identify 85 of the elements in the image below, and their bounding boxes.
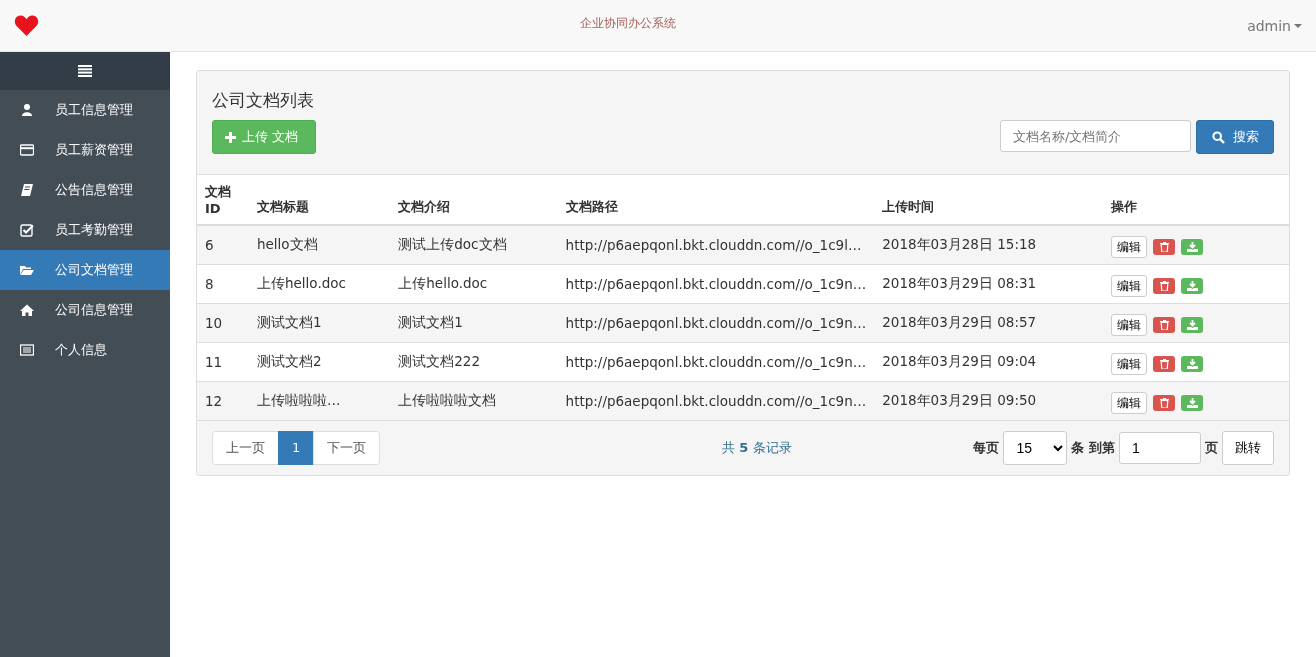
- checkbox-icon: [20, 223, 34, 237]
- table-cell: http://p6aepqonl.bkt.clouddn.com//o_1c9l…: [557, 225, 875, 265]
- download-button[interactable]: [1181, 278, 1203, 294]
- table-cell: 上传hello.doc: [249, 264, 391, 304]
- per-page-label: 每页: [973, 439, 1000, 457]
- table-cell: 2018年03月29日 09:50: [874, 381, 1103, 421]
- plus-icon: [225, 131, 236, 143]
- table-cell: 6: [197, 225, 249, 265]
- download-button[interactable]: [1181, 395, 1203, 411]
- caret-icon: [1294, 23, 1302, 28]
- download-icon: [1186, 281, 1198, 291]
- home-icon: [20, 303, 34, 317]
- trash-icon: [1159, 320, 1169, 330]
- jump-button[interactable]: 跳转: [1222, 431, 1274, 465]
- search-field[interactable]: 文档名称/文档简介: [1000, 120, 1191, 152]
- table-cell: http://p6aepqonl.bkt.clouddn.com//o_1c9n…: [557, 303, 875, 343]
- download-button[interactable]: [1181, 356, 1203, 372]
- app-title: 企业协同办公系统: [580, 15, 676, 32]
- search-icon: [1211, 130, 1225, 144]
- edit-button[interactable]: 编辑: [1111, 353, 1147, 375]
- user-icon: [20, 103, 34, 117]
- trash-icon: [1159, 281, 1169, 291]
- sidebar-item[interactable]: 公司信息管理: [0, 290, 170, 330]
- download-icon: [1186, 242, 1198, 252]
- table-cell: 10: [197, 303, 249, 343]
- page-link[interactable]: 1: [278, 431, 315, 465]
- menu-icon: [78, 65, 92, 77]
- delete-button[interactable]: [1153, 356, 1175, 372]
- table-cell: http://p6aepqonl.bkt.clouddn.com//o_1c9n…: [557, 342, 875, 382]
- book-icon: [20, 183, 34, 197]
- menu-toggle[interactable]: [0, 52, 170, 90]
- edit-button[interactable]: 编辑: [1111, 236, 1147, 258]
- list-icon: [20, 343, 34, 357]
- heart-icon[interactable]: [14, 14, 39, 37]
- download-icon: [1186, 359, 1198, 369]
- table-cell: 测试文档222: [390, 342, 558, 382]
- table-cell: 测试文档1: [249, 303, 391, 343]
- sidebar-item[interactable]: 员工薪资管理: [0, 130, 170, 170]
- sidebar-item[interactable]: 员工信息管理: [0, 90, 170, 130]
- sidebar-item[interactable]: 个人信息: [0, 330, 170, 370]
- download-button[interactable]: [1181, 239, 1203, 255]
- download-icon: [1186, 320, 1198, 330]
- page-link[interactable]: 上一页: [212, 431, 279, 465]
- table-cell: http://p6aepqonl.bkt.clouddn.com//o_1c9n…: [557, 264, 875, 304]
- per-page-select[interactable]: 15: [1003, 431, 1068, 465]
- goto-label: 条 到第: [1071, 439, 1115, 457]
- table-cell: 测试文档2: [249, 342, 391, 382]
- table-cell: 2018年03月28日 15:18: [874, 225, 1103, 265]
- table-cell: http://p6aepqonl.bkt.clouddn.com//o_1c9n…: [557, 381, 875, 421]
- search-button[interactable]: 搜索: [1196, 120, 1274, 154]
- table-cell: 11: [197, 342, 249, 382]
- user-menu[interactable]: admin: [1247, 17, 1302, 34]
- trash-icon: [1159, 242, 1169, 252]
- table-cell: hello文档: [249, 225, 391, 265]
- delete-button[interactable]: [1153, 395, 1175, 411]
- sidebar-item[interactable]: 公司文档管理: [0, 250, 170, 290]
- sidebar-item[interactable]: 公告信息管理: [0, 170, 170, 210]
- sidebar-item[interactable]: 员工考勤管理: [0, 210, 170, 250]
- table-cell: 上传啦啦啦…: [249, 381, 391, 421]
- table-cell: 上传啦啦啦文档: [390, 381, 558, 421]
- edit-button[interactable]: 编辑: [1111, 392, 1147, 414]
- table-cell: 2018年03月29日 09:04: [874, 342, 1103, 382]
- trash-icon: [1159, 359, 1169, 369]
- edit-button[interactable]: 编辑: [1111, 275, 1147, 297]
- table-cell: 上传hello.doc: [390, 264, 558, 304]
- delete-button[interactable]: [1153, 278, 1175, 294]
- trash-icon: [1159, 398, 1169, 408]
- table-cell: 8: [197, 264, 249, 304]
- table-cell: 测试上传doc文档: [390, 225, 558, 265]
- table-cell: 2018年03月29日 08:31: [874, 264, 1103, 304]
- record-count: 共 5 条记录: [722, 439, 792, 457]
- delete-button[interactable]: [1153, 239, 1175, 255]
- delete-button[interactable]: [1153, 317, 1175, 333]
- download-icon: [1186, 398, 1198, 408]
- credit-card-icon: [20, 143, 34, 157]
- page-link[interactable]: 下一页: [313, 431, 381, 465]
- table-cell: 12: [197, 381, 249, 421]
- download-button[interactable]: [1181, 317, 1203, 333]
- table-cell: 测试文档1: [390, 303, 558, 343]
- page-input[interactable]: 1: [1119, 432, 1201, 464]
- panel-title: 公司文档列表: [212, 89, 315, 112]
- folder-icon: [20, 263, 34, 277]
- edit-button[interactable]: 编辑: [1111, 314, 1147, 336]
- page-label: 页: [1205, 439, 1218, 457]
- table-cell: 2018年03月29日 08:57: [874, 303, 1103, 343]
